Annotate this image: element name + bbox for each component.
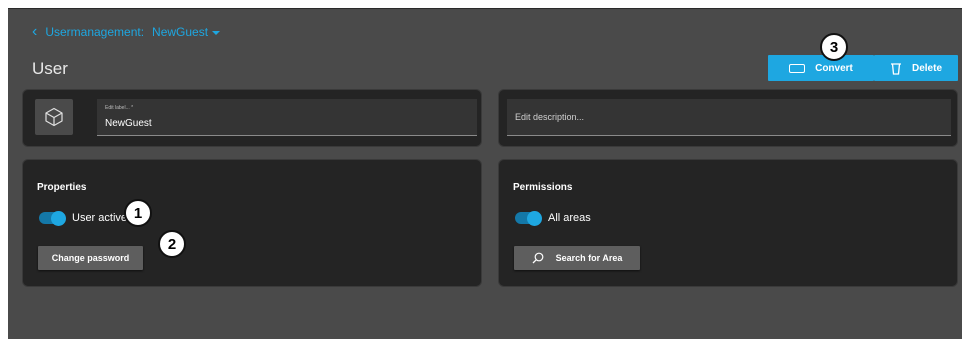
page-title: User [32, 59, 68, 78]
description-placeholder: Edit description... [515, 112, 585, 122]
caret-down-icon [212, 30, 221, 35]
search-icon [532, 252, 544, 264]
search-area-label: Search for Area [555, 253, 623, 263]
callout-marker-1: 1 [124, 199, 152, 227]
toggle-knob [527, 210, 542, 226]
cube-icon [45, 107, 63, 127]
user-avatar[interactable] [35, 99, 73, 135]
change-password-button[interactable]: Change password [38, 246, 143, 270]
user-active-row: User active [39, 210, 128, 226]
all-areas-label: All areas [548, 212, 591, 224]
breadcrumb: ‹ Usermanagement: NewGuest [32, 24, 221, 40]
breadcrumb-current-label: NewGuest [152, 25, 209, 39]
permissions-title: Permissions [513, 182, 573, 193]
callout-marker-2: 2 [158, 230, 186, 258]
label-input-caption: Edit label... * [105, 105, 134, 111]
change-password-label: Change password [51, 253, 130, 263]
delete-button[interactable]: Delete [874, 55, 958, 81]
delete-label: Delete [911, 62, 942, 74]
properties-card: Properties User active Change password [22, 159, 482, 287]
all-areas-row: All areas [515, 210, 591, 226]
breadcrumb-parent[interactable]: Usermanagement: [45, 25, 144, 39]
label-input-value: NewGuest [105, 118, 152, 129]
user-management-app: ‹ Usermanagement: NewGuest User Convert … [8, 8, 962, 339]
user-active-toggle[interactable] [39, 210, 66, 226]
user-active-label: User active [72, 212, 128, 224]
convert-button[interactable]: Convert [768, 55, 874, 81]
callout-marker-3: 3 [820, 33, 848, 61]
properties-title: Properties [37, 182, 87, 193]
trash-icon [890, 62, 901, 75]
convert-label: Convert [815, 62, 853, 74]
description-input[interactable]: Edit description... [507, 99, 951, 136]
description-card: Edit description... [498, 89, 958, 147]
breadcrumb-current-dropdown[interactable]: NewGuest [152, 25, 221, 39]
search-area-button[interactable]: Search for Area [514, 246, 640, 270]
toggle-knob [51, 210, 66, 226]
back-chevron-icon[interactable]: ‹ [32, 24, 37, 40]
user-header-card: Edit label... * NewGuest [22, 89, 482, 147]
label-input[interactable]: Edit label... * NewGuest [97, 99, 477, 136]
rectangle-icon [789, 63, 806, 73]
permissions-card: Permissions All areas Search for Area [498, 159, 958, 287]
all-areas-toggle[interactable] [515, 210, 542, 226]
